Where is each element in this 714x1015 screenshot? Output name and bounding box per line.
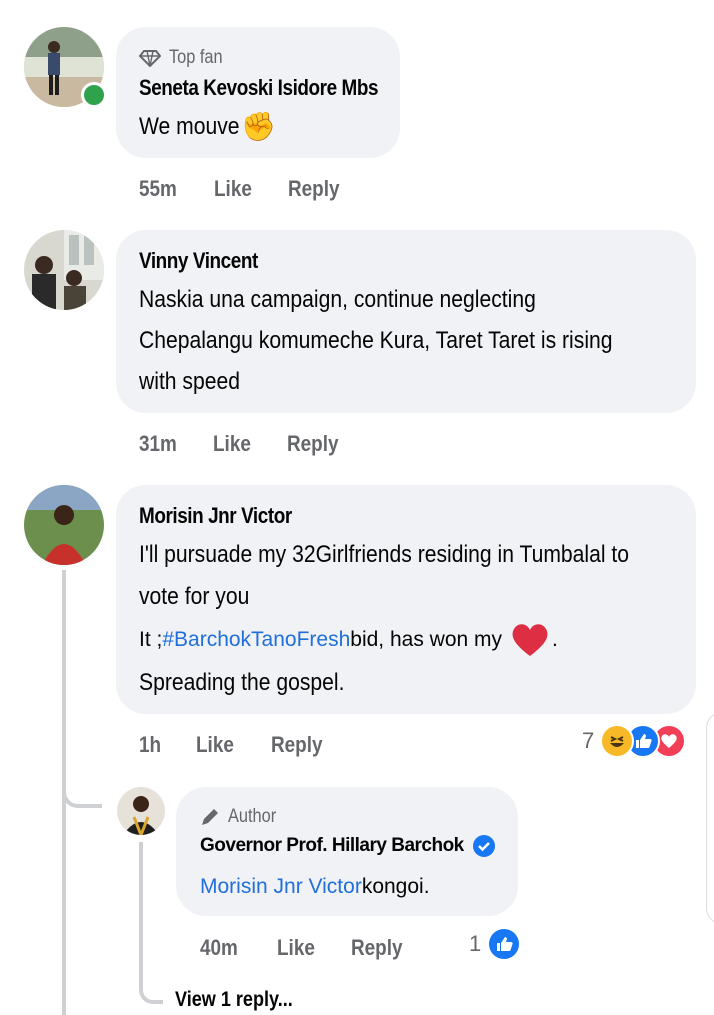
floating-panel-edge (706, 712, 714, 924)
comment-text: We mouve (139, 113, 240, 140)
like-reaction-icon (487, 927, 522, 961)
diamond-icon (139, 50, 161, 67)
top-fan-badge: Top fan (139, 45, 231, 71)
avatar[interactable] (117, 787, 165, 835)
reply-button[interactable]: Reply (288, 176, 340, 202)
comment-text-line: I'll pursuade my 32Girlfriends residing … (139, 541, 630, 568)
reply-time[interactable]: 40m (200, 935, 238, 961)
reply-text: kongoi. (361, 875, 430, 898)
red-heart-emoji (512, 624, 548, 656)
comment-time[interactable]: 1h (139, 732, 161, 758)
like-button[interactable]: Like (196, 732, 234, 758)
raised-fist-emoji: ✊ (241, 111, 277, 142)
view-more-replies-link[interactable]: View 1 reply... (175, 988, 293, 1012)
like-button[interactable]: Like (214, 176, 252, 202)
thread-line (139, 842, 143, 960)
comment-text-line: vote for you (139, 583, 250, 610)
thread-connector (62, 760, 102, 808)
verified-badge-icon (472, 835, 495, 857)
like-button[interactable]: Like (277, 935, 315, 961)
comment-text-line: with speed (139, 368, 240, 395)
comment-text-line: Spreading the gospel. (139, 669, 345, 696)
reply-button[interactable]: Reply (287, 431, 339, 457)
comment-text-segment: . (552, 628, 558, 651)
mention-link[interactable]: Morisin Jnr Victor (200, 866, 362, 908)
comment-time[interactable]: 55m (139, 176, 177, 202)
reply-author[interactable]: Governor Prof. Hillary Barchok (200, 835, 464, 857)
reply-button[interactable]: Reply (271, 732, 323, 758)
avatar[interactable] (24, 230, 104, 310)
comment-author[interactable]: Vinny Vincent (139, 248, 258, 274)
haha-reaction-icon (600, 724, 635, 758)
pen-icon (202, 809, 218, 825)
reaction-count: 1 (469, 931, 482, 956)
reply-button[interactable]: Reply (351, 935, 403, 961)
reaction-count: 7 (582, 728, 595, 753)
comment-text-segment: bid, has won my (350, 628, 503, 651)
comment-author[interactable]: Seneta Kevoski Isidore Mbs (139, 75, 379, 101)
reaction-summary[interactable]: 1 (469, 927, 522, 961)
like-button[interactable]: Like (213, 431, 251, 457)
comment-text-segment: It ; (139, 628, 163, 651)
badge-label: Author (228, 806, 277, 827)
author-badge: Author (200, 804, 284, 830)
hashtag-link[interactable]: #BarchokTanoFresh (162, 619, 350, 661)
badge-label: Top fan (169, 47, 223, 68)
reaction-summary[interactable]: 7 (582, 724, 687, 758)
online-status-indicator (81, 82, 107, 108)
comment-time[interactable]: 31m (139, 431, 177, 457)
comment-text-line: Naskia una campaign, continue neglecting (139, 286, 536, 313)
avatar[interactable] (24, 485, 104, 565)
thread-connector (139, 960, 163, 1004)
comment-author[interactable]: Morisin Jnr Victor (139, 503, 292, 529)
comment-text-line: Chepalangu komumeche Kura, Taret Taret i… (139, 327, 613, 354)
